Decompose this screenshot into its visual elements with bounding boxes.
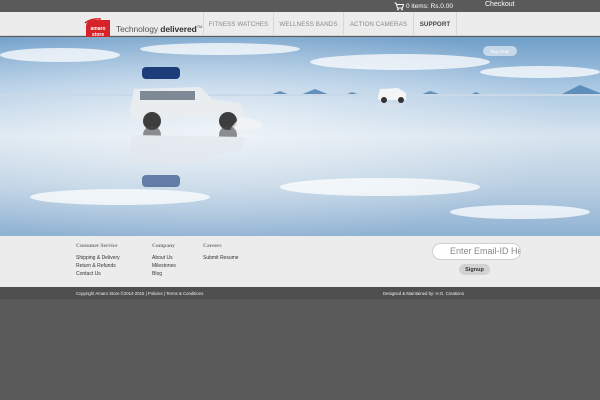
checkout-link[interactable]: Checkout <box>485 1 515 8</box>
cart-summary[interactable]: 0 items: Rs.0.00 <box>394 1 453 12</box>
footer-column-customer-service: Customer Service Shipping & Delivery Ret… <box>76 243 120 278</box>
shopping-cart-icon[interactable] <box>394 2 404 11</box>
footer-link-contact[interactable]: Contact Us <box>76 270 120 278</box>
tagline-trademark: TM <box>196 24 203 30</box>
hero-banner[interactable]: Buy Now <box>0 37 600 236</box>
signup-button[interactable]: Signup <box>459 264 490 275</box>
site-footer: Customer Service Shipping & Delivery Ret… <box>0 236 600 287</box>
cart-text[interactable]: 0 items: Rs.0.00 <box>406 3 453 10</box>
tagline-regular: Technology <box>116 24 161 34</box>
logo-tagline: Technology deliveredTM <box>116 24 202 34</box>
designer-credit: Designed & Maintained by: H.G. Creations <box>383 291 464 296</box>
buy-now-button[interactable]: Buy Now <box>483 46 517 56</box>
footer-column-careers: Careers Submit Resume <box>203 243 239 262</box>
footer-heading: Customer Service <box>76 243 118 249</box>
footer-link-milestones[interactable]: Milestones <box>152 262 176 270</box>
nav-item-wellness-bands[interactable]: WELLNESS BANDS <box>274 12 344 36</box>
footer-heading: Company <box>152 243 175 249</box>
footer-link-submit-resume[interactable]: Submit Resume <box>203 254 239 262</box>
hero-image <box>0 37 600 236</box>
site-header: amaro store Technology deliveredTM FITNE… <box>0 12 600 39</box>
footer-link-blog[interactable]: Blog <box>152 270 176 278</box>
copyright-text[interactable]: Copyright Amaro Store ©2014-2015 | Polic… <box>76 291 203 296</box>
tagline-bold: delivered <box>160 24 197 34</box>
email-input[interactable]: Enter Email-ID Here <box>432 243 521 260</box>
footer-link-about[interactable]: About Us <box>152 254 176 262</box>
nav-item-support[interactable]: SUPPORT <box>414 12 457 36</box>
nav-item-action-cameras[interactable]: ACTION CAMERAS <box>344 12 414 36</box>
footer-heading: Careers <box>203 243 222 249</box>
footer-link-returns[interactable]: Return & Refunds <box>76 262 120 270</box>
footer-link-shipping[interactable]: Shipping & Delivery <box>76 254 120 262</box>
copyright-bar: Copyright Amaro Store ©2014-2015 | Polic… <box>0 287 600 299</box>
nav-item-fitness-watches[interactable]: FITNESS WATCHES <box>203 12 274 36</box>
main-nav: FITNESS WATCHES WELLNESS BANDS ACTION CAME… <box>203 12 457 36</box>
page-background <box>0 299 600 400</box>
top-utility-bar: 0 items: Rs.0.00 Checkout <box>0 0 600 12</box>
footer-column-company: Company About Us Milestones Blog <box>152 243 176 278</box>
